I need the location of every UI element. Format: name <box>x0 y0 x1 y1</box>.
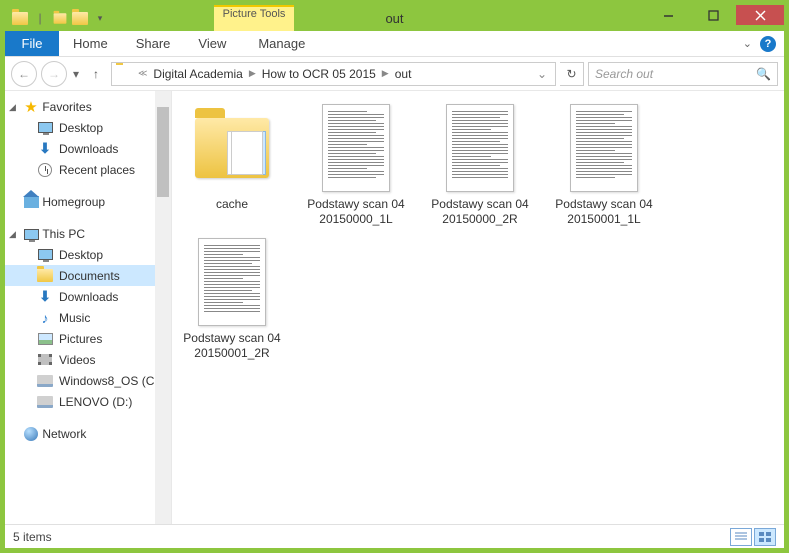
breadcrumb-item[interactable]: How to OCR 05 2015 <box>258 67 380 81</box>
clock-icon <box>37 162 53 178</box>
expand-ribbon-icon[interactable]: ⌄ <box>743 37 752 50</box>
nav-scrollbar[interactable] <box>155 91 171 524</box>
image-thumbnail <box>311 103 401 193</box>
breadcrumb[interactable]: ≪ Digital Academia ▶ How to OCR 05 2015 … <box>111 62 556 86</box>
downloads-icon: ⬇ <box>37 289 53 305</box>
computer-icon <box>23 226 39 242</box>
collapse-icon[interactable]: ◢ <box>9 102 16 113</box>
chevron-right-icon[interactable]: ▶ <box>380 68 391 79</box>
tab-manage[interactable]: Manage <box>244 31 319 56</box>
disk-icon <box>37 394 53 410</box>
nav-item-drive-d[interactable]: LENOVO (D:) <box>5 391 171 412</box>
maximize-button[interactable] <box>691 5 736 25</box>
breadcrumb-item[interactable]: out <box>391 67 416 81</box>
breadcrumb-dropdown-icon[interactable]: ⌄ <box>531 67 553 81</box>
ribbon: File Home Share View Manage ⌄ ? <box>5 31 784 57</box>
nav-item-downloads[interactable]: ⬇Downloads <box>5 138 171 159</box>
titlebar: | ▾ Picture Tools out <box>5 5 784 31</box>
pictures-icon <box>37 331 53 347</box>
new-folder-icon[interactable] <box>71 9 89 27</box>
search-icon: 🔍 <box>756 67 771 81</box>
nav-item-drive-c[interactable]: Windows8_OS (C:) <box>5 370 171 391</box>
nav-group-homegroup[interactable]: Homegroup <box>5 192 171 212</box>
image-thumbnail <box>435 103 525 193</box>
video-icon <box>37 352 53 368</box>
nav-item-music[interactable]: ♪Music <box>5 307 171 328</box>
location-icon <box>116 65 134 83</box>
folder-item[interactable]: cache <box>180 103 284 227</box>
contextual-tab-group: Picture Tools <box>214 5 294 31</box>
item-label: Podstawy scan 04 20150000_2R <box>428 197 532 227</box>
explorer-window: | ▾ Picture Tools out File Home Share Vi… <box>4 4 785 549</box>
item-label: cache <box>216 197 248 212</box>
search-placeholder: Search out <box>595 67 756 81</box>
item-label: Podstawy scan 04 20150001_2R <box>180 331 284 361</box>
view-toggles <box>730 528 776 546</box>
folder-icon <box>37 268 53 284</box>
file-item[interactable]: Podstawy scan 04 20150000_2R <box>428 103 532 227</box>
tab-share[interactable]: Share <box>122 31 185 56</box>
search-input[interactable]: Search out 🔍 <box>588 62 778 86</box>
file-item[interactable]: Podstawy scan 04 20150000_1L <box>304 103 408 227</box>
network-icon <box>23 426 39 442</box>
homegroup-icon <box>23 194 39 210</box>
file-tab[interactable]: File <box>5 31 59 56</box>
file-item[interactable]: Podstawy scan 04 20150001_2R <box>180 237 284 361</box>
window-controls <box>646 5 784 31</box>
quick-access-toolbar: | ▾ <box>5 9 109 27</box>
scrollbar-thumb[interactable] <box>157 107 169 197</box>
navigation-pane: ◢★ Favorites Desktop ⬇Downloads Recent p… <box>5 91 172 524</box>
nav-item-downloads[interactable]: ⬇Downloads <box>5 286 171 307</box>
forward-button[interactable]: → <box>41 61 67 87</box>
up-button[interactable]: ↑ <box>85 63 107 85</box>
tab-view[interactable]: View <box>184 31 240 56</box>
qat-dropdown-icon[interactable]: ▾ <box>91 9 109 27</box>
item-label: Podstawy scan 04 20150000_1L <box>304 197 408 227</box>
item-label: Podstawy scan 04 20150001_1L <box>552 197 656 227</box>
thumbnails-view-button[interactable] <box>754 528 776 546</box>
content-pane[interactable]: cache Podstawy scan 04 20150000_1L Podst… <box>172 91 784 524</box>
desktop-icon <box>37 120 53 136</box>
star-icon: ★ <box>23 99 39 115</box>
chevron-right-icon[interactable]: ▶ <box>247 68 258 79</box>
image-thumbnail <box>559 103 649 193</box>
folder-icon <box>187 103 277 193</box>
qat-separator: | <box>31 9 49 27</box>
properties-icon[interactable] <box>51 9 69 27</box>
nav-group-network[interactable]: Network <box>5 424 171 444</box>
nav-item-desktop[interactable]: Desktop <box>5 117 171 138</box>
music-icon: ♪ <box>37 310 53 326</box>
recent-locations-dropdown[interactable]: ▾ <box>71 67 81 81</box>
minimize-button[interactable] <box>646 5 691 25</box>
tab-home[interactable]: Home <box>59 31 122 56</box>
address-bar: ← → ▾ ↑ ≪ Digital Academia ▶ How to OCR … <box>5 57 784 91</box>
details-view-button[interactable] <box>730 528 752 546</box>
desktop-icon <box>37 247 53 263</box>
nav-item-pictures[interactable]: Pictures <box>5 328 171 349</box>
chevron-right-icon[interactable]: ≪ <box>136 68 149 79</box>
image-thumbnail <box>187 237 277 327</box>
nav-item-recent[interactable]: Recent places <box>5 159 171 180</box>
breadcrumb-item[interactable]: Digital Academia <box>149 67 246 81</box>
collapse-icon[interactable]: ◢ <box>9 229 16 240</box>
status-bar: 5 items <box>5 524 784 548</box>
nav-item-videos[interactable]: Videos <box>5 349 171 370</box>
nav-item-desktop[interactable]: Desktop <box>5 244 171 265</box>
disk-icon <box>37 373 53 389</box>
help-icon[interactable]: ? <box>760 36 776 52</box>
close-button[interactable] <box>736 5 784 25</box>
nav-group-favorites[interactable]: ◢★ Favorites <box>5 97 171 117</box>
nav-group-this-pc[interactable]: ◢ This PC <box>5 224 171 244</box>
refresh-button[interactable]: ↻ <box>560 62 584 86</box>
downloads-icon: ⬇ <box>37 141 53 157</box>
back-button[interactable]: ← <box>11 61 37 87</box>
folder-icon[interactable] <box>11 9 29 27</box>
file-item[interactable]: Podstawy scan 04 20150001_1L <box>552 103 656 227</box>
body: ◢★ Favorites Desktop ⬇Downloads Recent p… <box>5 91 784 524</box>
status-item-count: 5 items <box>13 530 730 544</box>
nav-item-documents[interactable]: Documents <box>5 265 171 286</box>
